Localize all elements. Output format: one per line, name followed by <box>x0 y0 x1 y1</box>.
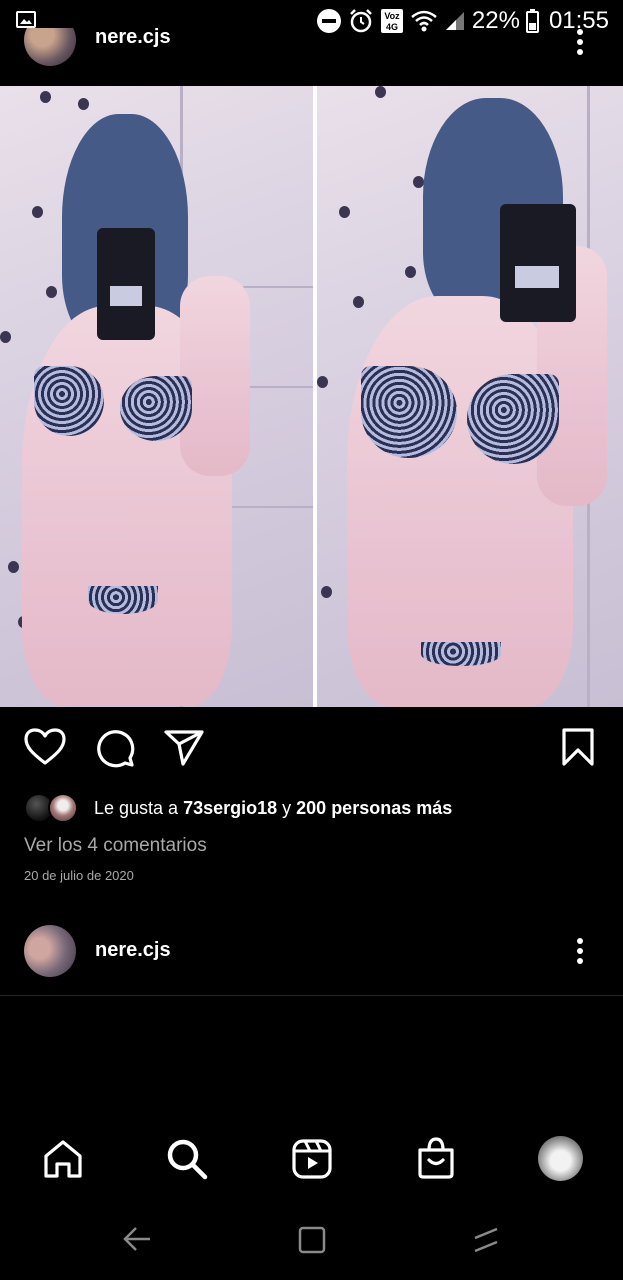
post-photo[interactable] <box>0 86 623 707</box>
photo-left-panel <box>0 86 313 707</box>
bookmark-icon[interactable] <box>560 727 596 767</box>
post-date: 20 de julio de 2020 <box>24 868 134 883</box>
more-options-icon[interactable] <box>576 28 584 56</box>
search-icon[interactable] <box>165 1137 209 1181</box>
heart-icon[interactable] <box>24 728 66 766</box>
recent-apps-icon[interactable] <box>471 1225 501 1255</box>
view-comments-link[interactable]: Ver los 4 comentarios <box>24 835 207 857</box>
avatar[interactable] <box>24 28 76 66</box>
likes-summary[interactable]: Le gusta a 73sergio18 y 200 personas más <box>24 792 452 824</box>
more-options-icon[interactable] <box>576 937 584 965</box>
recents-icon[interactable] <box>297 1225 327 1255</box>
likes-text: Le gusta a 73sergio18 y 200 personas más <box>94 797 453 818</box>
profile-avatar[interactable] <box>538 1136 583 1181</box>
likes-count[interactable]: 200 personas más <box>296 798 452 818</box>
svg-text:Voz: Voz <box>384 11 400 21</box>
liker-username[interactable]: 73sergio18 <box>183 798 277 818</box>
share-icon[interactable] <box>163 729 205 767</box>
reels-icon[interactable] <box>291 1138 333 1180</box>
post-username[interactable]: nere.cjs <box>95 939 171 962</box>
avatar[interactable] <box>24 925 76 977</box>
comment-icon[interactable] <box>95 728 135 768</box>
post-header: nere.cjs <box>0 28 623 73</box>
gallery-icon <box>16 11 36 28</box>
shop-icon[interactable] <box>416 1136 456 1180</box>
liker-avatar <box>48 793 78 823</box>
divider <box>0 995 623 996</box>
back-icon[interactable] <box>122 1225 152 1253</box>
home-icon[interactable] <box>42 1138 84 1180</box>
photo-right-panel <box>317 86 623 707</box>
post-username[interactable]: nere.cjs <box>95 28 171 49</box>
